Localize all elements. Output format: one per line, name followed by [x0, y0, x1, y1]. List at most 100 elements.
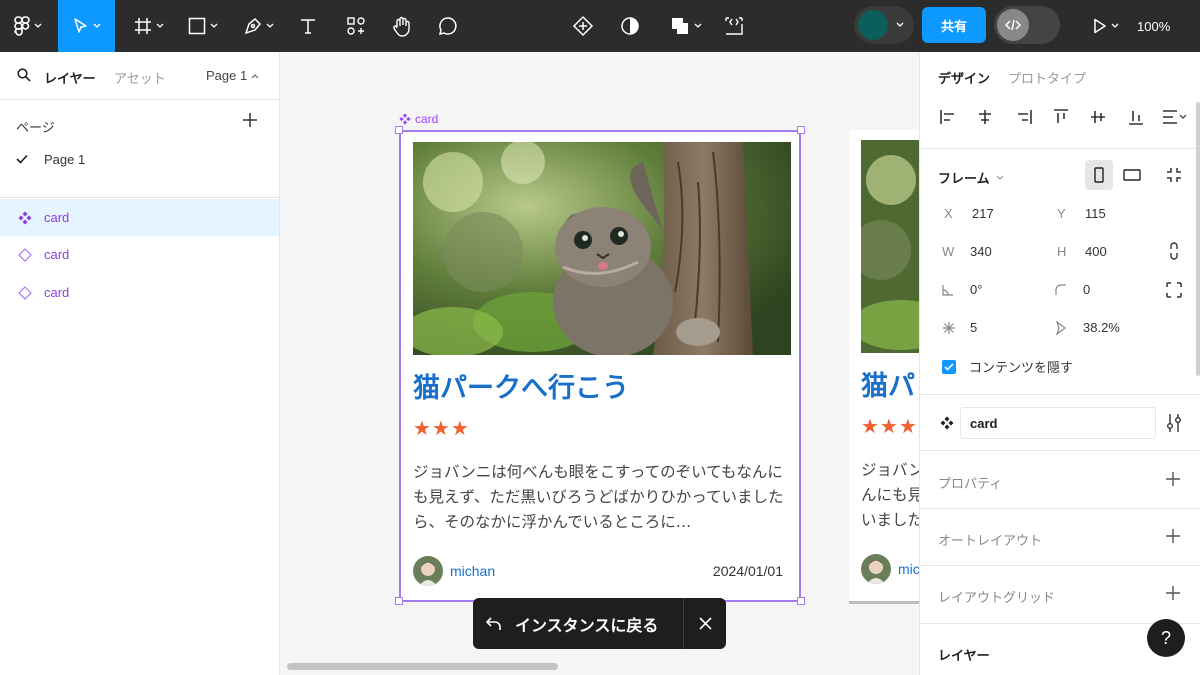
rotation-value: 0° — [970, 282, 983, 297]
align-right-icon[interactable] — [1015, 108, 1033, 129]
return-to-instance-toast: インスタンスに戻る — [473, 598, 726, 649]
star-count-field[interactable]: 5 — [942, 320, 977, 335]
layer-name: card — [44, 210, 70, 225]
hand-tool-button[interactable] — [386, 0, 418, 52]
page-item-label: Page 1 — [44, 152, 86, 167]
close-icon[interactable] — [684, 617, 726, 630]
text-tool-button[interactable] — [292, 0, 324, 52]
resize-handle[interactable] — [797, 597, 805, 605]
present-button[interactable] — [1086, 0, 1126, 52]
landscape-orientation-button[interactable] — [1118, 160, 1146, 190]
frame-label[interactable]: card — [399, 112, 438, 126]
ratio-icon — [1055, 320, 1083, 335]
height-field[interactable]: H 400 — [1057, 244, 1107, 259]
pen-icon — [244, 17, 262, 35]
clip-content-label: コンテンツを隠す — [969, 360, 1074, 375]
theme-mask-button[interactable] — [614, 0, 646, 52]
page-item-page-1[interactable]: Page 1 — [16, 152, 85, 167]
author-name: mic — [898, 561, 919, 577]
star-points-icon — [942, 321, 970, 335]
tab-layers[interactable]: レイヤー — [44, 68, 96, 87]
layer-row-card-main[interactable]: card — [0, 199, 279, 236]
card-title: 猫パークへ行こう — [413, 373, 629, 404]
dev-mode-toggle[interactable] — [994, 6, 1060, 44]
boolean-ops-button[interactable] — [664, 0, 708, 52]
w-label: W — [942, 244, 955, 259]
return-arrow-icon[interactable] — [473, 616, 515, 631]
fill-color-picker[interactable] — [854, 6, 914, 44]
color-swatch — [858, 10, 888, 40]
rotation-field[interactable]: 0° — [942, 282, 982, 297]
tab-prototype[interactable]: プロトタイプ — [1008, 68, 1086, 87]
help-button[interactable]: ? — [1147, 619, 1185, 657]
chevron-down-icon — [156, 23, 164, 28]
section-layout-grid: レイアウトグリッド — [938, 590, 1056, 605]
horizontal-scrollbar[interactable] — [287, 663, 558, 670]
code-frame-button[interactable] — [718, 0, 750, 52]
zoom-dropdown[interactable]: 100% — [1137, 0, 1170, 52]
search-icon[interactable] — [17, 68, 31, 82]
distribute-menu-icon[interactable] — [1161, 108, 1187, 129]
chevron-down-icon — [896, 22, 904, 27]
align-left-icon[interactable] — [939, 108, 957, 129]
resources-button[interactable] — [340, 0, 372, 52]
component-icon — [18, 211, 44, 225]
card-instance[interactable]: 猫パ ★★★ ジョバンニ んにも見え いましたら mic — [849, 130, 919, 604]
card-component[interactable]: 猫パークへ行こう ★★★ ジョバンニは何べんも眼をこすってのぞいてもなんにも見え… — [399, 130, 801, 602]
independent-corners-icon[interactable] — [1166, 282, 1182, 301]
instance-diamond-icon — [18, 285, 44, 300]
align-top-icon[interactable] — [1052, 108, 1070, 129]
frame-tool-button[interactable] — [126, 0, 172, 52]
divider — [920, 565, 1200, 566]
resize-handle[interactable] — [395, 597, 403, 605]
x-position-field[interactable]: X 217 — [944, 206, 994, 221]
cursor-arrow-icon — [73, 18, 87, 33]
resize-to-fit-icon[interactable] — [1165, 166, 1183, 187]
add-layout-grid-plus-icon[interactable] — [1166, 586, 1180, 603]
resize-handle[interactable] — [797, 126, 805, 134]
add-property-plus-icon[interactable] — [1166, 472, 1180, 489]
tab-assets[interactable]: アセット — [114, 68, 166, 87]
shape-tool-button[interactable] — [180, 0, 226, 52]
h-value: 400 — [1085, 244, 1107, 259]
resize-handle[interactable] — [395, 126, 403, 134]
pen-tool-button[interactable] — [236, 0, 282, 52]
tab-design[interactable]: デザイン — [938, 68, 990, 87]
add-auto-layout-plus-icon[interactable] — [1166, 529, 1180, 546]
card-footer: mic — [861, 554, 919, 584]
left-panel-tabs: レイヤー アセット Page 1 — [0, 52, 279, 100]
portrait-orientation-button[interactable] — [1085, 160, 1113, 190]
align-horizontal-center-icon[interactable] — [976, 108, 994, 129]
layer-row-card-instance[interactable]: card — [0, 236, 279, 273]
avatar — [861, 554, 891, 584]
clip-content-checkbox[interactable]: コンテンツを隠す — [942, 357, 1073, 376]
frame-type-dropdown[interactable]: フレーム — [938, 168, 1004, 187]
right-panel-tabs: デザイン プロトタイプ — [920, 52, 1200, 96]
comment-tool-button[interactable] — [432, 0, 464, 52]
constrain-proportions-icon[interactable] — [1166, 241, 1182, 264]
star-ratio-field[interactable]: 38.2% — [1055, 320, 1120, 335]
ratio-value: 38.2% — [1083, 320, 1120, 335]
right-panel: デザイン プロトタイプ フレーム X 217 Y 115 W 340 H 400 — [919, 52, 1200, 675]
layer-row-card-instance[interactable]: card — [0, 274, 279, 311]
share-button[interactable]: 共有 — [922, 7, 986, 43]
move-tool-button[interactable] — [58, 0, 115, 52]
design-canvas[interactable]: card 猫パークへ行こう ★★★ ジョバンニは何べんも眼をこすってのぞいてもな… — [281, 52, 919, 675]
main-menu-button[interactable] — [8, 0, 48, 52]
component-tool-button[interactable] — [566, 0, 600, 52]
return-to-instance-button[interactable]: インスタンスに戻る — [515, 612, 683, 636]
component-name-input[interactable]: card — [960, 407, 1156, 439]
text-t-icon — [301, 19, 315, 34]
component-settings-icon[interactable] — [1166, 413, 1182, 436]
corner-radius-field[interactable]: 0 — [1055, 282, 1090, 297]
width-field[interactable]: W 340 — [942, 244, 992, 259]
landscape-icon — [1123, 169, 1141, 181]
align-vertical-center-icon[interactable] — [1089, 108, 1107, 129]
divider — [920, 148, 1200, 149]
page-selector[interactable]: Page 1 — [206, 68, 259, 83]
y-position-field[interactable]: Y 115 — [1057, 206, 1106, 221]
align-bottom-icon[interactable] — [1127, 108, 1145, 129]
add-page-plus-icon[interactable] — [242, 112, 258, 128]
vertical-scrollbar[interactable] — [1196, 102, 1200, 376]
card-description: ジョバンニは何べんも眼をこすってのぞいてもなんにも見えず、ただ黒いびろうどばかり… — [413, 463, 784, 531]
